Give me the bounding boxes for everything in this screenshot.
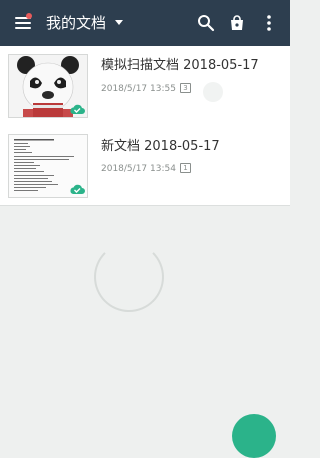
document-item[interactable]: 模拟扫描文档 2018-05-17 2018/5/17 13:55 3 bbox=[0, 46, 290, 125]
document-meta: 2018/5/17 13:54 1 bbox=[101, 163, 191, 175]
more-vert-icon[interactable] bbox=[259, 13, 279, 33]
document-thumbnail bbox=[8, 134, 88, 198]
notification-dot bbox=[26, 13, 32, 19]
cloud-synced-icon bbox=[69, 183, 85, 195]
document-timestamp: 2018/5/17 13:55 bbox=[101, 84, 176, 94]
bag-icon[interactable] bbox=[227, 13, 247, 33]
document-item[interactable]: 新文档 2018-05-17 2018/5/17 13:54 1 bbox=[0, 124, 290, 206]
search-icon[interactable] bbox=[196, 13, 216, 33]
touch-ripple bbox=[203, 82, 223, 102]
loading-spinner bbox=[94, 242, 164, 312]
page-title[interactable]: 我的文档 bbox=[46, 13, 106, 33]
app-bar: 我的文档 bbox=[0, 0, 290, 46]
document-thumbnail bbox=[8, 54, 88, 118]
page-count-badge: 3 bbox=[179, 83, 191, 93]
cloud-synced-icon bbox=[69, 103, 85, 115]
document-timestamp: 2018/5/17 13:54 bbox=[101, 164, 176, 174]
page-count-badge: 1 bbox=[179, 163, 191, 173]
chevron-down-icon[interactable] bbox=[115, 20, 123, 25]
document-title: 新文档 2018-05-17 bbox=[101, 139, 220, 154]
document-meta: 2018/5/17 13:55 3 bbox=[101, 83, 191, 95]
document-title: 模拟扫描文档 2018-05-17 bbox=[101, 58, 259, 73]
camera-fab-button[interactable] bbox=[232, 414, 276, 458]
